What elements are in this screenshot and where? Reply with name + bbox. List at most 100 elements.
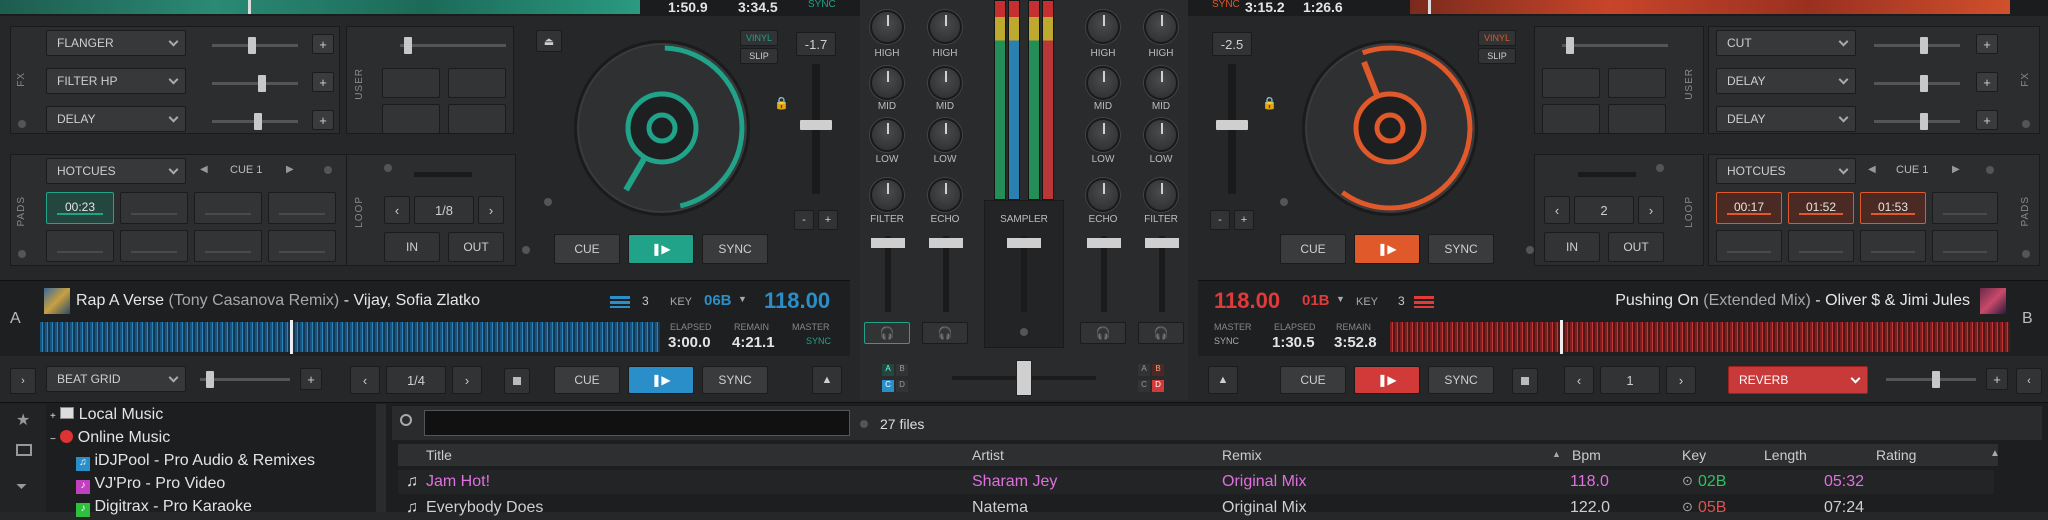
right-cue-button[interactable]: CUE: [1280, 234, 1346, 264]
left-loop-half-button[interactable]: ‹: [384, 196, 410, 224]
mixer-high-knob-4[interactable]: [1144, 10, 1178, 44]
headphone-cue-4[interactable]: 🎧: [1138, 322, 1184, 344]
left-play-button-2[interactable]: ❚▶: [628, 366, 694, 394]
left-hotcue-8[interactable]: [268, 230, 336, 262]
table-row[interactable]: ♫ Everybody Does Natema Original Mix 122…: [398, 496, 1994, 520]
search-input[interactable]: [424, 410, 850, 436]
right-waveform[interactable]: [1390, 322, 2010, 352]
right-hotcue-4[interactable]: [1932, 192, 1998, 224]
left-key-arrow-icon[interactable]: ▼: [738, 294, 747, 304]
column-length[interactable]: Length: [1764, 447, 1807, 463]
left-sync-button[interactable]: SYNC: [702, 234, 768, 264]
left-loop-double-button[interactable]: ›: [478, 196, 504, 224]
crossfader-handle[interactable]: [1016, 360, 1032, 396]
channel-fader-handle-1[interactable]: [871, 238, 905, 248]
left-beatgrid-slider[interactable]: [200, 371, 290, 388]
right-effect-add[interactable]: +: [1986, 368, 2008, 390]
left-eject-up-button[interactable]: ▲: [812, 366, 842, 394]
left-hotcue-2[interactable]: [120, 192, 188, 224]
right-ch-assign-a[interactable]: A: [1138, 364, 1150, 376]
left-fx-slider-1[interactable]: [212, 37, 298, 54]
right-fx-add-1[interactable]: +: [1976, 34, 1998, 54]
right-layer-icon[interactable]: [1414, 296, 1434, 308]
left-fx-select-3[interactable]: DELAY: [46, 106, 186, 132]
left-overview-waveform[interactable]: [0, 0, 640, 14]
mixer-echo-knob-1[interactable]: [928, 178, 962, 212]
left-beatgrid-select[interactable]: BEAT GRID: [46, 366, 186, 392]
right-loop-double-button[interactable]: ›: [1638, 196, 1664, 224]
left-beatgrid-add[interactable]: +: [300, 368, 322, 390]
left-layer-icon[interactable]: [610, 296, 630, 308]
right-beat-prev[interactable]: ‹: [1564, 366, 1594, 394]
right-sync-indicator[interactable]: SYNC: [1214, 336, 1239, 346]
left-user-pad-4[interactable]: [448, 104, 506, 134]
right-sync-button-2[interactable]: SYNC: [1428, 366, 1494, 394]
left-pitch-handle[interactable]: [800, 120, 832, 130]
channel-fader-handle-3[interactable]: [1087, 238, 1121, 248]
left-pad-mode-select[interactable]: HOTCUES: [46, 158, 186, 184]
right-user-pad-2[interactable]: [1608, 68, 1666, 98]
left-fx-slider-2[interactable]: [212, 75, 298, 92]
headphone-cue-2[interactable]: 🎧: [922, 322, 968, 344]
left-cue-next-icon[interactable]: ▶: [286, 164, 294, 175]
right-top-sync[interactable]: SYNC: [1212, 0, 1240, 10]
right-hotcue-2[interactable]: 01:52: [1788, 192, 1854, 224]
mixer-low-knob-4[interactable]: [1144, 118, 1178, 152]
right-fx-slider-1[interactable]: [1874, 37, 1960, 54]
left-loop-out-button[interactable]: OUT: [448, 232, 504, 262]
left-loop-in-button[interactable]: IN: [384, 232, 440, 262]
column-artist[interactable]: Artist: [972, 447, 1004, 463]
left-fx-slider-3[interactable]: [212, 113, 298, 130]
left-user-slider[interactable]: [400, 37, 506, 54]
column-remix[interactable]: Remix: [1222, 447, 1262, 463]
column-key[interactable]: Key: [1682, 447, 1706, 463]
right-ch-assign-d[interactable]: D: [1152, 380, 1164, 392]
right-pitch-handle[interactable]: [1216, 120, 1248, 130]
left-cue-button-2[interactable]: CUE: [554, 366, 620, 394]
mixer-low-knob-2[interactable]: [928, 118, 962, 152]
left-hotcue-1[interactable]: 00:23: [46, 192, 114, 224]
mixer-mid-knob-1[interactable]: [870, 66, 904, 100]
right-hotcue-6[interactable]: [1788, 230, 1854, 262]
right-hotcue-8[interactable]: [1932, 230, 1998, 262]
left-user-pad-3[interactable]: [382, 104, 440, 134]
tree-item-digitrax[interactable]: ♪ Digitrax - Pro Karaoke: [76, 498, 252, 517]
mixer-low-knob-3[interactable]: [1086, 118, 1120, 152]
right-overview-waveform[interactable]: [1410, 0, 2010, 14]
right-loop-half-button[interactable]: ‹: [1544, 196, 1570, 224]
left-hotcue-4[interactable]: [268, 192, 336, 224]
right-loop-slider[interactable]: [1578, 172, 1636, 177]
right-eject-up-button[interactable]: ▲: [1208, 366, 1238, 394]
left-cue-prev-icon[interactable]: ◀: [200, 164, 208, 175]
left-user-pad-1[interactable]: [382, 68, 440, 98]
tree-item-online-music[interactable]: − Online Music: [50, 429, 170, 447]
column-bpm[interactable]: Bpm: [1572, 447, 1601, 463]
right-expand-button[interactable]: ‹: [2016, 368, 2042, 394]
tree-item-local-music[interactable]: + Local Music: [50, 406, 163, 424]
left-hotcue-6[interactable]: [120, 230, 188, 262]
right-beat-next[interactable]: ›: [1666, 366, 1696, 394]
left-sync-indicator[interactable]: SYNC: [806, 336, 831, 346]
star-icon[interactable]: ★: [16, 410, 30, 430]
right-stop-button[interactable]: [1512, 368, 1538, 394]
mixer-filter-knob-1[interactable]: [870, 178, 904, 212]
left-hotcue-7[interactable]: [194, 230, 262, 262]
channel-fader-handle-4[interactable]: [1145, 238, 1179, 248]
right-user-pad-4[interactable]: [1608, 104, 1666, 134]
mixer-mid-knob-3[interactable]: [1086, 66, 1120, 100]
left-beat-prev[interactable]: ‹: [350, 366, 380, 394]
header-scroll-up-icon[interactable]: ▲: [1990, 448, 2000, 459]
headphone-cue-1[interactable]: 🎧: [864, 322, 910, 344]
mixer-mid-knob-4[interactable]: [1144, 66, 1178, 100]
sort-icon[interactable]: ▲: [1552, 449, 1561, 459]
table-row[interactable]: ♫ Jam Hot! Sharam Jey Original Mix 118.0…: [398, 470, 1994, 494]
right-user-pad-1[interactable]: [1542, 68, 1600, 98]
headphone-cue-3[interactable]: 🎧: [1080, 322, 1126, 344]
mixer-high-knob-3[interactable]: [1086, 10, 1120, 44]
right-user-pad-3[interactable]: [1542, 104, 1600, 134]
right-sync-button[interactable]: SYNC: [1428, 234, 1494, 264]
mixer-low-knob-1[interactable]: [870, 118, 904, 152]
right-pitch-plus[interactable]: +: [1234, 210, 1254, 230]
tree-item-idjpool[interactable]: ♫ iDJPool - Pro Audio & Remixes: [76, 452, 315, 471]
right-fx-slider-2[interactable]: [1874, 75, 1960, 92]
